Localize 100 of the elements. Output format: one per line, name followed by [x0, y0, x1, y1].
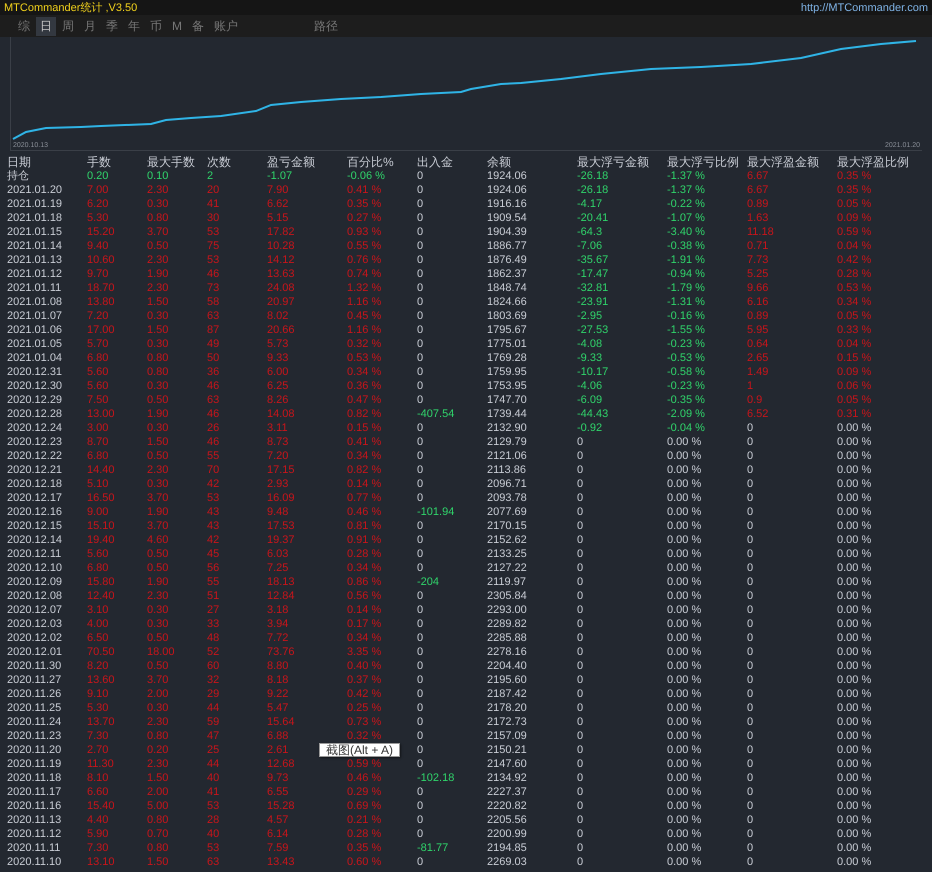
table-cell: 0: [577, 729, 584, 743]
table-cell: 2305.84: [487, 589, 527, 603]
table-cell: 0.32 %: [347, 337, 382, 351]
table-cell: -9.33: [577, 351, 602, 365]
table-cell: 3.11: [267, 421, 288, 435]
table-cell: 0.00 %: [667, 799, 702, 813]
tab[interactable]: 季: [102, 16, 122, 36]
table-cell: 0.30: [147, 379, 168, 393]
table-cell: 0.00 %: [837, 757, 872, 771]
column-header: 最大浮盈比例: [837, 155, 909, 169]
table-cell: -4.08: [577, 337, 602, 351]
table-cell: 0.14 %: [347, 477, 382, 491]
table-cell: 0.34 %: [347, 365, 382, 379]
table-cell: -10.17: [577, 365, 608, 379]
table-cell: 0.59 %: [347, 757, 382, 771]
website-link[interactable]: http://MTCommander.com: [800, 2, 928, 14]
table-cell: 0: [417, 589, 424, 603]
table-cell: -0.94 %: [667, 267, 705, 281]
table-cell: 0: [417, 757, 424, 771]
table-cell: -102.18: [417, 771, 454, 785]
table-cell: 20.97: [267, 295, 295, 309]
tab[interactable]: 年: [124, 16, 144, 36]
tab[interactable]: 日: [36, 16, 56, 36]
table-cell: 25: [207, 743, 220, 757]
path-label[interactable]: 路径: [314, 18, 338, 34]
table-cell: 1759.95: [487, 365, 527, 379]
table-cell: 40: [207, 827, 220, 841]
table-cell: 0.53 %: [837, 281, 872, 295]
table-cell: 7.25: [267, 561, 288, 575]
tab[interactable]: 备: [188, 16, 208, 36]
table-cell: 0: [417, 169, 424, 183]
table-cell: 0: [747, 799, 754, 813]
table-cell: 0: [417, 645, 424, 659]
table-cell: 0: [417, 435, 424, 449]
table-cell: 2170.15: [487, 519, 527, 533]
table-cell: 1909.54: [487, 211, 527, 225]
table-cell: 0: [417, 365, 424, 379]
date-cell: 2021.01.06: [7, 323, 62, 337]
table-cell: 2129.79: [487, 435, 527, 449]
column-header: 日期: [7, 155, 31, 169]
table-cell: 0.47 %: [347, 393, 382, 407]
date-cell: 2020.11.24: [7, 715, 62, 729]
date-cell: 2020.11.12: [7, 827, 62, 841]
date-cell: 2020.11.18: [7, 771, 62, 785]
tab[interactable]: 币: [146, 16, 166, 36]
tab[interactable]: 周: [58, 16, 78, 36]
table-cell: 0.41 %: [347, 183, 382, 197]
table-cell: 0: [577, 519, 584, 533]
table-cell: 12.68: [267, 757, 295, 771]
table-cell: 6.20: [87, 197, 108, 211]
table-cell: 0: [747, 421, 754, 435]
table-cell: 0.28 %: [347, 547, 382, 561]
table-cell: 0.34 %: [347, 449, 382, 463]
table-cell: 55: [207, 449, 220, 463]
table-cell: 0.00 %: [837, 715, 872, 729]
date-cell: 2021.01.12: [7, 267, 62, 281]
table-cell: 0: [577, 477, 584, 491]
table-cell: 0: [747, 603, 754, 617]
table-cell: 0: [747, 827, 754, 841]
table-cell: 4.57: [267, 813, 288, 827]
table-cell: 0.93 %: [347, 225, 382, 239]
table-cell: 7.30: [87, 841, 108, 855]
table-cell: 0.04 %: [837, 239, 872, 253]
table-cell: 8.70: [87, 435, 108, 449]
table-cell: 1.63: [747, 211, 768, 225]
tab[interactable]: 月: [80, 16, 100, 36]
table-cell: 0: [417, 267, 424, 281]
table-cell: -3.40 %: [667, 225, 705, 239]
table-cell: -0.58 %: [667, 365, 705, 379]
table-cell: 2289.82: [487, 617, 527, 631]
table-cell: 0.46 %: [347, 505, 382, 519]
table-cell: 0.30: [147, 337, 168, 351]
table-cell: 5.15: [267, 211, 288, 225]
tab[interactable]: M: [168, 18, 186, 34]
table-cell: 0.73 %: [347, 715, 382, 729]
table-cell: 6.80: [87, 561, 108, 575]
table-cell: 8.10: [87, 771, 108, 785]
table-cell: 2227.37: [487, 785, 527, 799]
table-cell: 2269.03: [487, 855, 527, 869]
table-cell: 15.10: [87, 519, 115, 533]
table-cell: 0.00 %: [667, 757, 702, 771]
table-cell: 5.70: [87, 337, 108, 351]
tab[interactable]: 综: [14, 16, 34, 36]
table-cell: 17.53: [267, 519, 295, 533]
column-header: 次数: [207, 155, 231, 169]
table-cell: 7.72: [267, 631, 288, 645]
table-cell: -0.06 %: [347, 169, 385, 183]
table-cell: 0.00 %: [837, 491, 872, 505]
table-cell: 0.00 %: [837, 575, 872, 589]
table-cell: 0.36 %: [347, 379, 382, 393]
table-cell: 0.00 %: [837, 463, 872, 477]
table-cell: -1.79 %: [667, 281, 705, 295]
table-cell: 0.00 %: [837, 477, 872, 491]
date-cell: 2020.12.30: [7, 379, 62, 393]
table-cell: 16.09: [267, 491, 295, 505]
table-cell: -23.91: [577, 295, 608, 309]
table-cell: 0.00 %: [667, 855, 702, 869]
table-cell: 2200.99: [487, 827, 527, 841]
tab[interactable]: 账户: [210, 16, 242, 36]
table-cell: 4.00: [87, 617, 108, 631]
